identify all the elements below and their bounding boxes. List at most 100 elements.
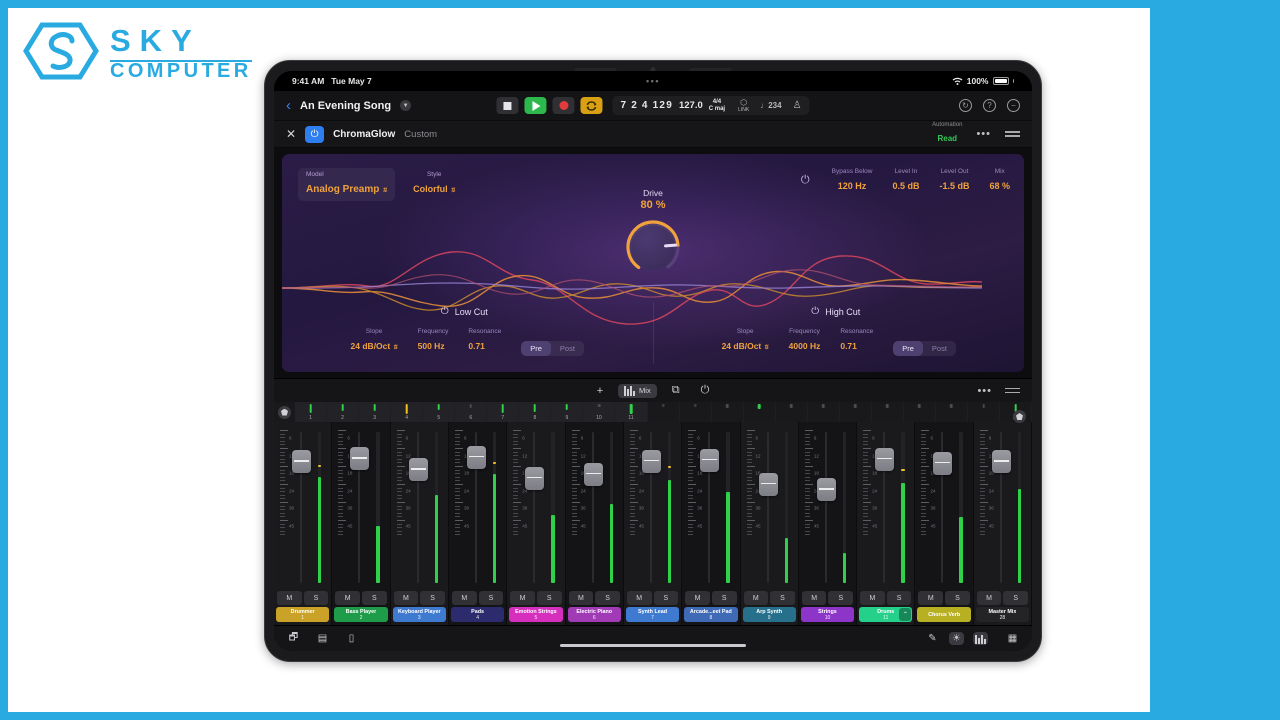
overview-cell[interactable]: 8 bbox=[519, 402, 552, 422]
fader-zone[interactable]: 61218243645 bbox=[391, 422, 448, 591]
add-track-button[interactable]: + bbox=[591, 383, 609, 399]
mute-button[interactable]: M bbox=[277, 591, 302, 605]
track-name-plate[interactable]: Drums 11 ⌃ bbox=[859, 607, 913, 622]
chevron-up-icon[interactable]: ⌃ bbox=[899, 608, 912, 621]
overview-cell[interactable] bbox=[648, 402, 680, 422]
fader-handle[interactable] bbox=[700, 448, 720, 472]
model-selector[interactable]: Model Analog Preamp ⇅ bbox=[298, 168, 396, 201]
overview-cell[interactable]: 1 bbox=[295, 402, 328, 422]
play-button[interactable] bbox=[524, 97, 547, 114]
overview-cell[interactable]: 7 bbox=[487, 402, 520, 422]
channel-strip[interactable]: 61218243645MSSynth Lead7 bbox=[623, 422, 683, 625]
fader-handle[interactable] bbox=[641, 449, 661, 473]
fader-zone[interactable]: 61218243645 bbox=[332, 422, 389, 591]
mute-button[interactable]: M bbox=[626, 591, 652, 605]
minus-icon[interactable]: − bbox=[1007, 99, 1020, 112]
keyboard-icon[interactable]: ▦ bbox=[1005, 632, 1020, 645]
track-name-plate[interactable]: Keyboard Player 3 bbox=[392, 607, 446, 622]
mute-button[interactable]: M bbox=[393, 591, 419, 605]
fader-track[interactable] bbox=[591, 432, 594, 583]
solo-button[interactable]: S bbox=[653, 591, 679, 605]
channel-strip[interactable]: 61218243645MSPads4 bbox=[448, 422, 508, 625]
mixer-icon[interactable] bbox=[973, 632, 988, 645]
automation-mode[interactable]: Automation Read bbox=[932, 122, 962, 146]
fader-handle[interactable] bbox=[408, 458, 428, 482]
solo-button[interactable]: S bbox=[770, 591, 795, 605]
fader-handle[interactable] bbox=[466, 445, 486, 469]
channel-strip[interactable]: 61218243645MSStrings10 bbox=[798, 422, 858, 625]
overview-cell[interactable] bbox=[776, 402, 808, 422]
low-cut-slope[interactable]: Slope 24 dB/Oct ⇅ bbox=[351, 328, 398, 354]
high-cut-frequency[interactable]: Frequency 4000 Hz bbox=[789, 328, 821, 354]
fader-track[interactable] bbox=[416, 432, 419, 583]
style-selector[interactable]: Style Colorful ⇅ bbox=[413, 168, 455, 197]
overview-cell[interactable]: 9 bbox=[551, 402, 584, 422]
track-name-plate[interactable]: Chorus Verb bbox=[917, 607, 971, 622]
level-in-param[interactable]: Level In 0.5 dB bbox=[892, 168, 919, 194]
list-icon[interactable] bbox=[1005, 387, 1020, 394]
overview-cell[interactable] bbox=[968, 402, 1001, 422]
track-name-plate[interactable]: Arcade...eet Pad 8 bbox=[684, 607, 738, 622]
overview-cell[interactable]: 6 bbox=[455, 402, 488, 422]
fader-zone[interactable]: 61218243645 bbox=[741, 422, 798, 591]
channel-strip[interactable]: 61218243645MS Keyboard Player3 bbox=[390, 422, 449, 625]
fader-track[interactable] bbox=[824, 432, 827, 583]
link-button[interactable]: ⬡ LINK bbox=[738, 98, 749, 114]
level-out-param[interactable]: Level Out -1.5 dB bbox=[939, 168, 969, 194]
track-name-plate[interactable]: Master Mix 28 bbox=[975, 607, 1030, 622]
channel-strip[interactable]: 61218243645MSBass Player2 bbox=[332, 422, 391, 625]
track-name-plate[interactable]: Electric Piano 6 bbox=[567, 607, 621, 622]
channel-strip[interactable]: 61218243645MSChorus Verb bbox=[915, 422, 974, 625]
mix-param[interactable]: Mix 68 % bbox=[989, 168, 1010, 194]
mute-button[interactable]: M bbox=[743, 591, 769, 605]
low-cut-resonance[interactable]: Resonance 0.71 bbox=[468, 328, 501, 354]
settings-icon[interactable]: ☀ bbox=[949, 632, 964, 645]
solo-button[interactable]: S bbox=[945, 591, 970, 605]
fader-handle[interactable] bbox=[583, 462, 603, 486]
high-cut-resonance[interactable]: Resonance 0.71 bbox=[840, 328, 873, 354]
song-title[interactable]: An Evening Song bbox=[300, 100, 391, 112]
fader-zone[interactable]: 61218243645 bbox=[974, 422, 1031, 591]
channel-strip[interactable]: 61218243645MS Arp Synth9 bbox=[740, 422, 799, 625]
shield-icon[interactable] bbox=[278, 405, 291, 419]
track-name-plate[interactable]: Arp Synth 9 bbox=[742, 607, 796, 622]
cycle-button[interactable] bbox=[580, 97, 603, 114]
mix-view-button[interactable]: Mix bbox=[618, 383, 657, 398]
power-icon[interactable]: ⏻ bbox=[695, 382, 716, 399]
mute-button[interactable]: M bbox=[568, 591, 594, 605]
low-cut-frequency[interactable]: Frequency 500 Hz bbox=[418, 328, 449, 354]
track-name-plate[interactable]: Strings 10 bbox=[800, 607, 855, 622]
bypass-power-icon[interactable]: ⏻ bbox=[801, 174, 810, 187]
fader-track[interactable] bbox=[766, 432, 769, 583]
channel-strip[interactable]: 61218243645MSElectric Piano6 bbox=[565, 422, 624, 625]
channel-strip[interactable]: 61218243645MSDrummer1 bbox=[274, 422, 333, 625]
transport-display[interactable]: 7 2 4 129 127.0 4/4 C maj ⬡ LINK ♩234 ♙ bbox=[612, 96, 810, 115]
solo-button[interactable]: S bbox=[595, 591, 620, 605]
bypass-below-param[interactable]: Bypass Below 120 Hz bbox=[832, 168, 873, 194]
fader-zone[interactable]: 61218243645 bbox=[915, 422, 972, 591]
solo-button[interactable]: S bbox=[478, 591, 504, 605]
loops-browser-icon[interactable]: 🗗 bbox=[286, 632, 301, 645]
overview-cell[interactable] bbox=[936, 402, 968, 422]
overview-cell[interactable]: 4 bbox=[391, 402, 424, 422]
mute-button[interactable]: M bbox=[976, 591, 1002, 605]
chevron-left-icon[interactable]: ‹ bbox=[286, 98, 291, 113]
track-name-plate[interactable]: Emotion Strings 5 bbox=[509, 607, 563, 622]
track-name-plate[interactable]: Synth Lead 7 bbox=[625, 607, 680, 622]
fader-zone[interactable]: 61218243645 bbox=[274, 422, 331, 591]
more-icon[interactable]: ••• bbox=[976, 128, 991, 140]
track-name-plate[interactable]: Pads 4 bbox=[450, 607, 505, 622]
track-name-plate[interactable]: Bass Player 2 bbox=[334, 607, 388, 622]
low-cut-post-option[interactable]: Post bbox=[551, 341, 584, 356]
overview-cell[interactable] bbox=[744, 402, 776, 422]
mute-button[interactable]: M bbox=[685, 591, 710, 605]
fader-zone[interactable]: 61218243645 bbox=[507, 422, 564, 591]
channel-strip[interactable]: 61218243645MSEmotion Strings5 bbox=[507, 422, 566, 625]
solo-button[interactable]: S bbox=[361, 591, 387, 605]
fader-handle[interactable] bbox=[933, 451, 953, 475]
solo-button[interactable]: S bbox=[886, 591, 912, 605]
duplicate-icon[interactable]: ⧉ bbox=[666, 382, 686, 399]
metronome-icon[interactable]: ♙ bbox=[793, 100, 802, 111]
solo-button[interactable]: S bbox=[420, 591, 445, 605]
power-icon[interactable]: ⏻ bbox=[305, 125, 325, 143]
